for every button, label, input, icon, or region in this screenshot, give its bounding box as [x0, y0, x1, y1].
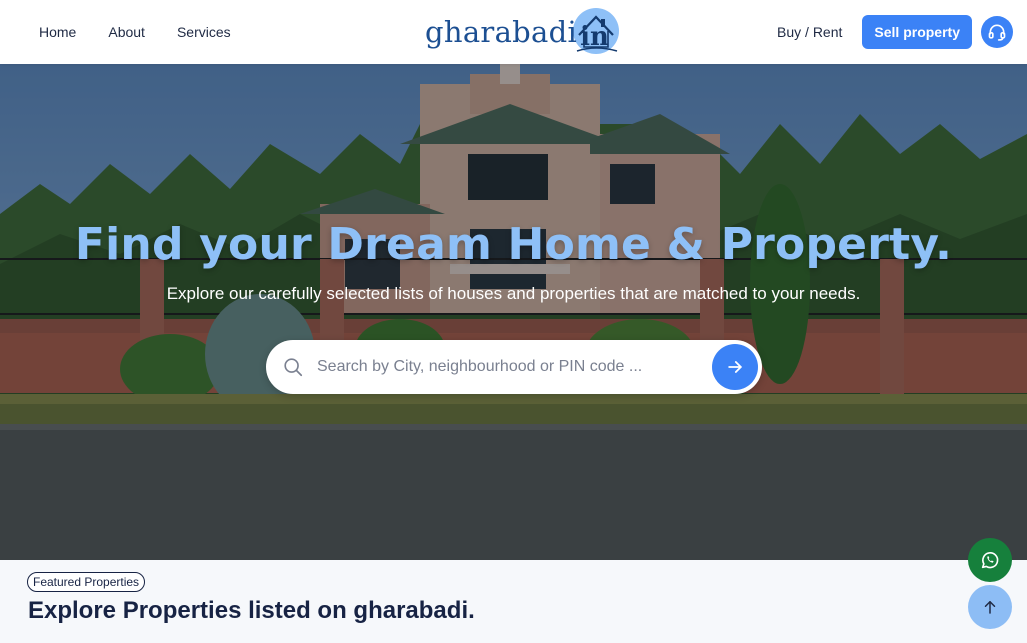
- scroll-to-top-button[interactable]: [968, 585, 1012, 629]
- nav-home[interactable]: Home: [39, 24, 76, 40]
- search-submit-button[interactable]: [712, 344, 758, 390]
- search-icon: [284, 358, 303, 377]
- arrow-right-icon: [728, 361, 742, 373]
- featured-title: Explore Properties listed on gharabadi.: [28, 597, 475, 624]
- nav-right: Buy / Rent Sell property: [777, 15, 1013, 49]
- hero-overlay: [0, 64, 1027, 560]
- site-header: Home About Services gharabadi in Buy / R…: [0, 0, 1027, 64]
- hero-subtitle: Explore our carefully selected lists of …: [166, 284, 861, 303]
- nav-buy-rent[interactable]: Buy / Rent: [777, 24, 842, 40]
- whatsapp-button[interactable]: [968, 538, 1012, 582]
- nav-about[interactable]: About: [108, 24, 145, 40]
- main-nav: Home About Services: [39, 24, 231, 40]
- search-bar: [266, 340, 762, 394]
- whatsapp-icon: [981, 552, 999, 569]
- arrow-up-icon: [984, 601, 996, 614]
- hero-section: Find your Dream Home & Property. Explore…: [0, 64, 1027, 560]
- search-input[interactable]: [317, 358, 712, 376]
- logo-text: gharabadi: [425, 15, 578, 49]
- logo-suffix: in: [580, 22, 609, 52]
- sell-property-button[interactable]: Sell property: [862, 15, 972, 49]
- support-button[interactable]: [981, 16, 1013, 48]
- hero-title: Find your Dream Home & Property.: [74, 219, 953, 270]
- headset-icon: [988, 24, 1006, 41]
- site-logo[interactable]: gharabadi in: [425, 6, 621, 58]
- featured-badge: Featured Properties: [27, 572, 146, 592]
- nav-services[interactable]: Services: [177, 24, 231, 40]
- logo-house-icon: in: [571, 7, 621, 57]
